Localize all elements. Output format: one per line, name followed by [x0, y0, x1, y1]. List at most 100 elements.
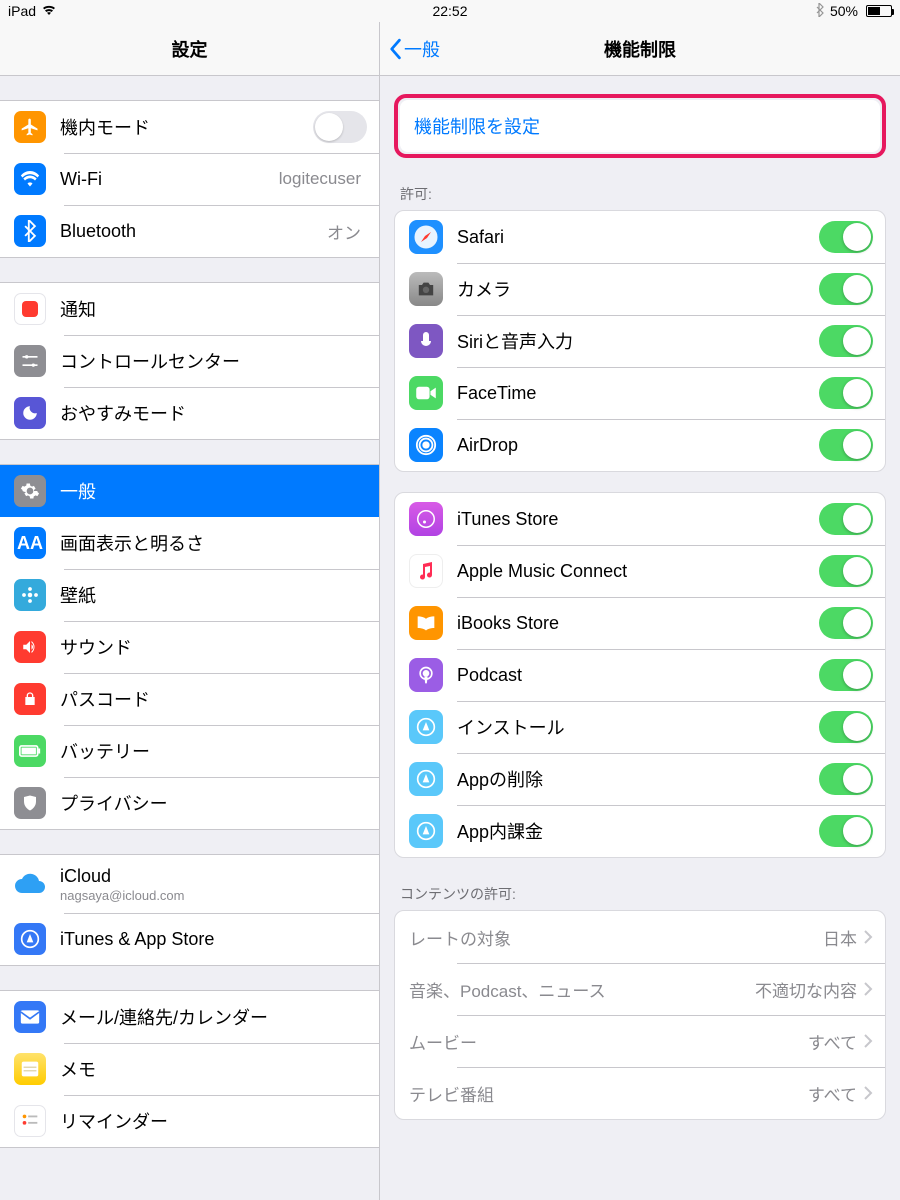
battery-icon — [866, 5, 892, 17]
sidebar-sound[interactable]: サウンド — [0, 621, 379, 673]
detail-navbar: 一般 機能制限 — [380, 22, 900, 76]
delete-toggle[interactable] — [819, 763, 873, 795]
allow-apple-music-connect[interactable]: Apple Music Connect — [395, 545, 885, 597]
delete-label: Appの削除 — [457, 766, 819, 792]
sidebar-privacy[interactable]: プライバシー — [0, 777, 379, 829]
sidebar-control-center[interactable]: コントロールセンター — [0, 335, 379, 387]
settings-detail-pane: 一般 機能制限 機能制限を設定 許可: Safari — [380, 22, 900, 1200]
sidebar-display[interactable]: AA 画面表示と明るさ — [0, 517, 379, 569]
content-ratings[interactable]: レートの対象 日本 — [395, 911, 885, 963]
wifi-label: Wi-Fi — [60, 169, 279, 190]
ratings-label: レートの対象 — [409, 925, 823, 950]
wifi-icon — [14, 163, 46, 195]
sidebar-notes[interactable]: メモ — [0, 1043, 379, 1095]
content-header: コンテンツの許可: — [380, 878, 900, 910]
sidebar-reminders[interactable]: リマインダー — [0, 1095, 379, 1147]
airplane-toggle[interactable] — [313, 111, 367, 143]
allow-header: 許可: — [380, 178, 900, 210]
sound-label: サウンド — [60, 634, 367, 660]
movies-value: すべて — [808, 1029, 857, 1054]
icloud-icon — [14, 868, 46, 900]
allow-safari[interactable]: Safari — [395, 211, 885, 263]
sidebar-title: 設定 — [0, 22, 379, 76]
allow-ibooks-store[interactable]: iBooks Store — [395, 597, 885, 649]
content-music[interactable]: 音楽、Podcast、ニュース 不適切な内容 — [395, 963, 885, 1015]
safari-toggle[interactable] — [819, 221, 873, 253]
music-value: 不適切な内容 — [755, 977, 857, 1002]
itunes-store-icon — [409, 502, 443, 536]
airdrop-label: AirDrop — [457, 435, 819, 456]
notes-label: メモ — [60, 1056, 367, 1082]
apple-music-toggle[interactable] — [819, 555, 873, 587]
dnd-label: おやすみモード — [60, 400, 367, 426]
content-tv[interactable]: テレビ番組 すべて — [395, 1067, 885, 1119]
display-label: 画面表示と明るさ — [60, 530, 367, 556]
control-center-label: コントロールセンター — [60, 348, 367, 374]
bluetooth-value: オン — [327, 219, 361, 244]
notes-icon — [14, 1053, 46, 1085]
battery-percent: 50% — [830, 3, 858, 19]
sidebar-icloud[interactable]: iCloud nagsaya@icloud.com — [0, 855, 379, 913]
sidebar-notifications[interactable]: 通知 — [0, 283, 379, 335]
install-label: インストール — [457, 714, 819, 740]
bluetooth-label: Bluetooth — [60, 221, 327, 242]
apple-music-label: Apple Music Connect — [457, 561, 819, 582]
general-icon — [14, 475, 46, 507]
camera-label: カメラ — [457, 276, 819, 302]
itunes-store-toggle[interactable] — [819, 503, 873, 535]
facetime-toggle[interactable] — [819, 377, 873, 409]
podcast-toggle[interactable] — [819, 659, 873, 691]
airdrop-toggle[interactable] — [819, 429, 873, 461]
sidebar-wallpaper[interactable]: 壁紙 — [0, 569, 379, 621]
allow-camera[interactable]: カメラ — [395, 263, 885, 315]
siri-toggle[interactable] — [819, 325, 873, 357]
bluetooth-icon — [14, 215, 46, 247]
enable-restrictions-row[interactable]: 機能制限を設定 — [400, 100, 880, 152]
display-icon: AA — [14, 527, 46, 559]
sidebar-mail[interactable]: メール/連絡先/カレンダー — [0, 991, 379, 1043]
music-label: 音楽、Podcast、ニュース — [409, 977, 755, 1002]
allow-itunes-store[interactable]: iTunes Store — [395, 493, 885, 545]
install-toggle[interactable] — [819, 711, 873, 743]
wifi-value: logitecuser — [279, 169, 361, 189]
airplane-label: 機内モード — [60, 114, 313, 140]
camera-icon — [409, 272, 443, 306]
sidebar-general[interactable]: 一般 — [0, 465, 379, 517]
allow-siri[interactable]: Siriと音声入力 — [395, 315, 885, 367]
sidebar-battery[interactable]: バッテリー — [0, 725, 379, 777]
allow-delete-apps[interactable]: Appの削除 — [395, 753, 885, 805]
detail-title: 機能制限 — [604, 36, 676, 62]
sidebar-bluetooth[interactable]: Bluetooth オン — [0, 205, 379, 257]
ibooks-toggle[interactable] — [819, 607, 873, 639]
content-movies[interactable]: ムービー すべて — [395, 1015, 885, 1067]
passcode-label: パスコード — [60, 686, 367, 712]
siri-label: Siriと音声入力 — [457, 328, 819, 354]
ibooks-label: iBooks Store — [457, 613, 819, 634]
sidebar-dnd[interactable]: おやすみモード — [0, 387, 379, 439]
notifications-label: 通知 — [60, 296, 367, 322]
sidebar-airplane-mode[interactable]: 機内モード — [0, 101, 379, 153]
safari-icon — [409, 220, 443, 254]
sidebar-passcode[interactable]: パスコード — [0, 673, 379, 725]
airdrop-icon — [409, 428, 443, 462]
sidebar-wifi[interactable]: Wi-Fi logitecuser — [0, 153, 379, 205]
settings-master-pane: 設定 機内モード Wi-Fi logitecuser Bluetooth オン — [0, 22, 380, 1200]
allow-iap[interactable]: App内課金 — [395, 805, 885, 857]
allow-airdrop[interactable]: AirDrop — [395, 419, 885, 471]
wifi-icon — [42, 3, 56, 19]
sidebar-itunes-appstore[interactable]: iTunes & App Store — [0, 913, 379, 965]
chevron-right-icon — [863, 1085, 873, 1101]
mail-label: メール/連絡先/カレンダー — [60, 1004, 367, 1030]
bluetooth-status-icon — [816, 3, 824, 20]
general-label: 一般 — [60, 478, 367, 504]
allow-facetime[interactable]: FaceTime — [395, 367, 885, 419]
mail-icon — [14, 1001, 46, 1033]
back-button[interactable]: 一般 — [388, 36, 440, 62]
allow-podcast[interactable]: Podcast — [395, 649, 885, 701]
iap-toggle[interactable] — [819, 815, 873, 847]
wallpaper-label: 壁紙 — [60, 582, 367, 608]
allow-install-apps[interactable]: インストール — [395, 701, 885, 753]
app-delete-icon — [409, 762, 443, 796]
icloud-label: iCloud — [60, 866, 367, 887]
camera-toggle[interactable] — [819, 273, 873, 305]
